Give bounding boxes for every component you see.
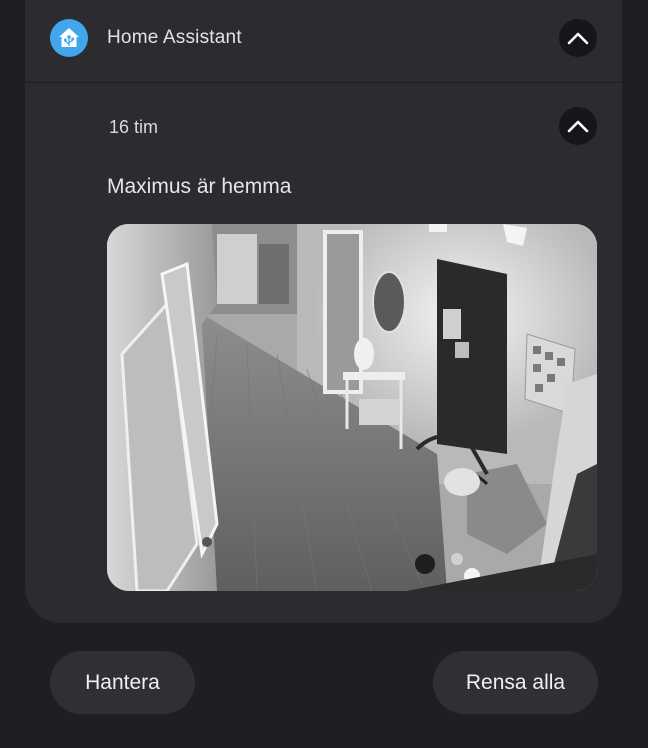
app-name: Home Assistant	[107, 27, 242, 48]
notification-card[interactable]: 16 tim Maximus är hemma	[25, 83, 622, 623]
home-assistant-icon	[50, 19, 88, 57]
collapse-group-button[interactable]	[559, 19, 597, 57]
notification-shade: Home Assistant 16 tim Maximus är hemma H…	[0, 0, 648, 748]
chevron-up-icon	[567, 32, 589, 45]
manage-button[interactable]: Hantera	[50, 651, 195, 714]
chevron-up-icon	[567, 120, 589, 133]
notification-time: 16 tim	[109, 117, 159, 137]
camera-snapshot[interactable]	[107, 224, 597, 591]
notification-message: Maximus är hemma	[107, 175, 292, 198]
collapse-notification-button[interactable]	[559, 107, 597, 145]
notification-group-header[interactable]: Home Assistant	[25, 0, 622, 82]
clear-all-button[interactable]: Rensa alla	[433, 651, 598, 714]
